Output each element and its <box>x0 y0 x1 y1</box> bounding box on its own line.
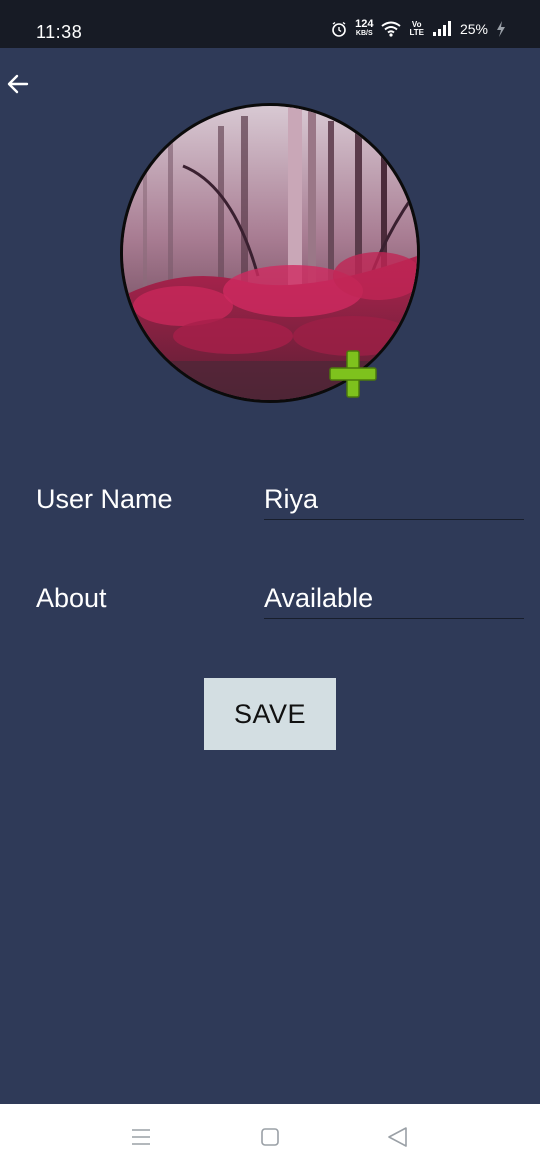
about-input[interactable] <box>264 569 524 619</box>
triangle-back-icon <box>388 1127 407 1147</box>
charging-icon <box>496 21 506 37</box>
status-icons: 124 KB/S Vo LTE 25% <box>331 18 506 38</box>
arrow-left-icon <box>7 74 29 94</box>
profile-photo-container <box>120 103 420 403</box>
volte-bottom: LTE <box>409 28 424 37</box>
about-label: About <box>36 583 107 613</box>
square-home-icon <box>261 1128 279 1146</box>
alarm-icon <box>331 21 347 37</box>
save-button[interactable]: SAVE <box>204 678 336 750</box>
plus-icon <box>329 350 377 398</box>
nav-back-button[interactable] <box>385 1124 411 1150</box>
wifi-icon <box>381 21 402 37</box>
add-photo-button[interactable] <box>326 347 380 401</box>
status-bar: 11:38 124 KB/S Vo LTE 25% <box>0 0 540 48</box>
status-time: 11:38 <box>36 22 83 42</box>
username-row: User Name <box>36 470 526 530</box>
back-button[interactable] <box>4 70 32 98</box>
network-speed: 124 KB/S <box>355 18 374 38</box>
menu-icon <box>132 1129 150 1145</box>
battery-percent: 25% <box>459 21 488 37</box>
system-navigation-bar <box>0 1104 540 1170</box>
network-speed-value: 124 <box>355 18 374 30</box>
nav-home-button[interactable] <box>257 1124 283 1150</box>
username-input[interactable] <box>264 470 524 520</box>
about-row: About <box>36 569 526 629</box>
username-label: User Name <box>36 484 173 514</box>
volte-indicator: Vo LTE <box>409 21 424 37</box>
signal-icon <box>432 21 452 37</box>
network-speed-unit: KB/S <box>355 30 373 37</box>
nav-menu-button[interactable] <box>128 1124 154 1150</box>
